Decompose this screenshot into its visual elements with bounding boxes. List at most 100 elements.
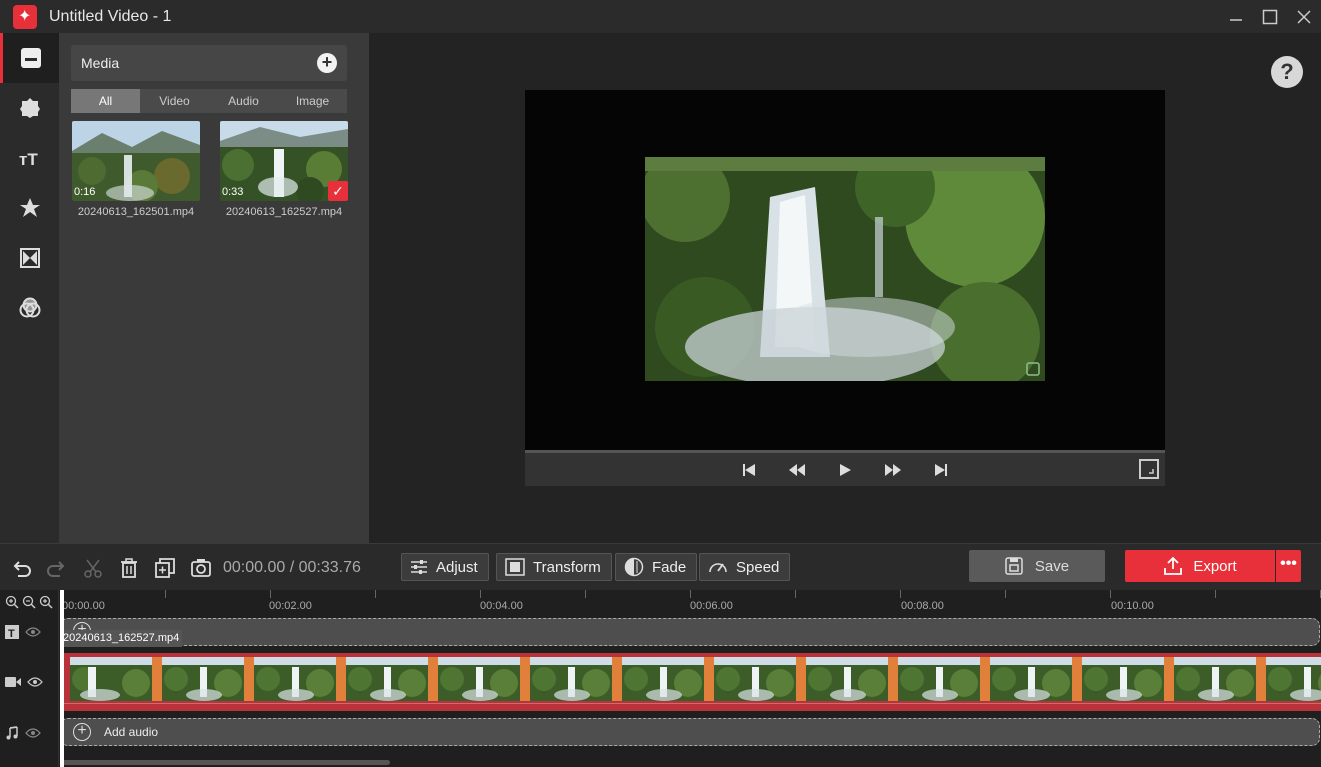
text-track-icon: T: [5, 625, 19, 639]
tab-all[interactable]: All: [71, 89, 140, 113]
split-button[interactable]: [81, 556, 105, 580]
fullscreen-icon: [1149, 469, 1154, 474]
sticker-icon: [19, 198, 40, 217]
redo-icon: [47, 561, 65, 577]
effects-icon: [19, 98, 40, 118]
fast-forward-button[interactable]: [869, 455, 917, 485]
timecode-display: 00:00.00 / 00:33.76: [223, 559, 361, 576]
rewind-button[interactable]: [773, 455, 821, 485]
export-label: Export: [1193, 557, 1237, 575]
sidebar-item-transition[interactable]: [0, 233, 59, 283]
tab-image[interactable]: Image: [278, 89, 347, 113]
frame-thumbnail: [530, 657, 612, 701]
text-track[interactable]: +: [60, 618, 1320, 646]
clip-name-label: 20240613_162527.mp4: [60, 630, 183, 647]
title-bar: Untitled Video - 1: [0, 0, 1321, 33]
text-track-header: T: [5, 623, 55, 641]
zoom-out-icon[interactable]: [22, 595, 36, 609]
zoom-fit-icon[interactable]: [39, 595, 53, 609]
transform-icon: [505, 558, 525, 576]
frame-thumbnail: [990, 657, 1072, 701]
adjust-label: Adjust: [436, 558, 478, 576]
speed-label: Speed: [736, 558, 780, 576]
save-icon: [1005, 557, 1023, 575]
fullscreen-button[interactable]: [1139, 459, 1159, 479]
transform-label: Transform: [533, 558, 601, 576]
selected-check-icon[interactable]: ✓: [328, 181, 348, 201]
filter-icon: [19, 297, 40, 318]
add-audio-label: Add audio: [104, 725, 159, 739]
speed-button[interactable]: Speed: [699, 553, 791, 581]
video-clip[interactable]: [60, 653, 1321, 711]
close-button[interactable]: [1287, 0, 1321, 33]
media-icon: [21, 48, 41, 68]
eye-icon[interactable]: [25, 626, 41, 638]
preview-area: ?: [369, 33, 1321, 543]
playhead[interactable]: [60, 590, 64, 767]
export-button[interactable]: Export: [1125, 550, 1275, 582]
app-logo: [13, 4, 37, 29]
video-player: [525, 90, 1165, 450]
sidebar-item-text[interactable]: тT: [0, 133, 59, 183]
ruler-label: 00:00.00: [62, 600, 105, 612]
timeline: T 00:00.00 00:02.00 00:04.00 00:06.00 00…: [0, 590, 1321, 767]
timeline-track-headers: T: [0, 590, 59, 767]
maximize-button[interactable]: [1253, 0, 1287, 33]
frame-thumbnail: [1174, 657, 1256, 701]
minimize-button[interactable]: [1219, 0, 1253, 33]
adjust-button[interactable]: Adjust: [401, 553, 489, 581]
delete-button[interactable]: [117, 556, 141, 580]
sidebar-item-effects[interactable]: [0, 83, 59, 133]
trash-icon: [121, 558, 137, 578]
ruler-label: 00:08.00: [901, 600, 944, 612]
snapshot-button[interactable]: [189, 556, 213, 580]
media-thumbnail[interactable]: 0:33 ✓: [220, 121, 348, 201]
help-button[interactable]: ?: [1271, 56, 1303, 88]
add-audio-icon[interactable]: +: [73, 723, 91, 741]
duplicate-icon: [155, 558, 175, 578]
undo-button[interactable]: [9, 556, 33, 580]
svg-text:T: T: [8, 628, 15, 639]
svg-text:тT: тT: [19, 150, 38, 169]
media-thumbnail[interactable]: 0:16: [72, 121, 200, 201]
audio-track[interactable]: + Add audio: [60, 718, 1320, 746]
duplicate-button[interactable]: [153, 556, 177, 580]
fade-icon: [624, 557, 644, 577]
tab-video[interactable]: Video: [140, 89, 209, 113]
fade-button[interactable]: Fade: [615, 553, 698, 581]
export-more-button[interactable]: •••: [1276, 550, 1301, 582]
player-controls: [525, 450, 1165, 486]
sidebar-item-filter[interactable]: [0, 283, 59, 333]
media-title: Media: [81, 55, 120, 71]
eye-icon[interactable]: [25, 727, 41, 739]
tab-audio[interactable]: Audio: [209, 89, 278, 113]
frame-thumbnail: [438, 657, 520, 701]
speedometer-icon: [709, 563, 727, 573]
fast-forward-icon: [885, 463, 901, 476]
save-button[interactable]: Save: [969, 550, 1105, 582]
timeline-ruler[interactable]: 00:00.00 00:02.00 00:04.00 00:06.00 00:0…: [60, 590, 1321, 616]
ruler-label: 00:06.00: [690, 600, 733, 612]
zoom-in-icon[interactable]: [5, 595, 19, 609]
rewind-icon: [789, 463, 805, 476]
zoom-controls: [5, 593, 55, 611]
audio-track-header: [5, 724, 55, 742]
frame-thumbnail: [162, 657, 244, 701]
frame-thumbnail: [70, 657, 152, 701]
media-header: Media +: [71, 45, 347, 81]
redo-button[interactable]: [45, 556, 69, 580]
sidebar-item-sticker[interactable]: [0, 183, 59, 233]
add-media-button[interactable]: +: [317, 53, 337, 73]
music-note-icon: [6, 726, 18, 740]
timeline-scrollbar[interactable]: [60, 760, 390, 765]
sidebar-item-media[interactable]: [0, 33, 59, 83]
skip-to-start-button[interactable]: [725, 455, 773, 485]
waterfall-preview-image: [645, 157, 1045, 381]
left-toolbar: тT: [0, 33, 59, 543]
play-button[interactable]: [821, 455, 869, 485]
ruler-label: 00:04.00: [480, 600, 523, 612]
transform-button[interactable]: Transform: [496, 553, 612, 581]
eye-icon[interactable]: [27, 676, 43, 688]
skip-to-end-button[interactable]: [917, 455, 965, 485]
play-icon: [840, 463, 851, 476]
